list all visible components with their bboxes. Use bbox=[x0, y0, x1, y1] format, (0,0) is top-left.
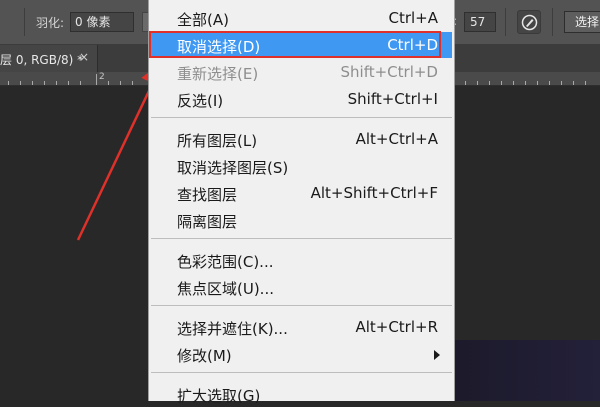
menu-item-label: 查找图层 bbox=[177, 186, 238, 204]
menu-item-shortcut: Alt+Ctrl+A bbox=[355, 130, 438, 148]
menu-separator bbox=[151, 372, 452, 373]
menu-item-isolate-layers[interactable]: 隔离图层 bbox=[151, 207, 452, 233]
menu-item-label: 反选(I) bbox=[177, 92, 224, 110]
menu-item-inverse[interactable]: 反选(I) Shift+Ctrl+I bbox=[151, 86, 452, 112]
menu-item-label: 色彩范围(C)... bbox=[177, 253, 274, 271]
menu-separator bbox=[151, 117, 452, 118]
annotation-highlight-box bbox=[149, 31, 441, 58]
menu-item-grow[interactable]: 扩大选取(G) bbox=[151, 381, 452, 407]
menu-item-shortcut: Ctrl+A bbox=[388, 9, 438, 27]
menu-item-focus-area[interactable]: 焦点区域(U)... bbox=[151, 274, 452, 300]
menu-item-label: 重新选择(E) bbox=[177, 65, 259, 83]
menu-item-label: 修改(M) bbox=[177, 347, 232, 365]
menu-item-label: 隔离图层 bbox=[177, 213, 238, 231]
menu-item-select-and-mask[interactable]: 选择并遮住(K)... Alt+Ctrl+R bbox=[151, 314, 452, 340]
menu-item-reselect[interactable]: 重新选择(E) Shift+Ctrl+D bbox=[151, 59, 452, 85]
submenu-arrow-icon bbox=[434, 350, 440, 360]
menu-item-shortcut: Shift+Ctrl+D bbox=[340, 63, 438, 81]
menu-separator bbox=[151, 305, 452, 306]
menu-item-shortcut: Shift+Ctrl+I bbox=[347, 90, 438, 108]
menu-item-label: 焦点区域(U)... bbox=[177, 280, 274, 298]
menu-item-label: 全部(A) bbox=[177, 11, 229, 29]
menu-item-find-layers[interactable]: 查找图层 Alt+Shift+Ctrl+F bbox=[151, 180, 452, 206]
menu-item-shortcut: Alt+Ctrl+R bbox=[355, 318, 438, 336]
menu-item-shortcut: Alt+Shift+Ctrl+F bbox=[310, 184, 438, 202]
menu-item-label: 选择并遮住(K)... bbox=[177, 320, 288, 338]
menu-item-label: 取消选择图层(S) bbox=[177, 159, 289, 177]
menu-item-modify[interactable]: 修改(M) bbox=[151, 341, 452, 367]
menu-item-label: 扩大选取(G) bbox=[177, 387, 261, 405]
menu-item-deselect-layers[interactable]: 取消选择图层(S) bbox=[151, 153, 452, 179]
menu-item-all-layers[interactable]: 所有图层(L) Alt+Ctrl+A bbox=[151, 126, 452, 152]
menu-item-color-range[interactable]: 色彩范围(C)... bbox=[151, 247, 452, 273]
menu-item-select-all[interactable]: 全部(A) Ctrl+A bbox=[151, 5, 452, 31]
menu-separator bbox=[151, 238, 452, 239]
menu-item-label: 所有图层(L) bbox=[177, 132, 258, 150]
select-menu: 全部(A) Ctrl+A 取消选择(D) Ctrl+D 重新选择(E) Shif… bbox=[148, 0, 455, 405]
